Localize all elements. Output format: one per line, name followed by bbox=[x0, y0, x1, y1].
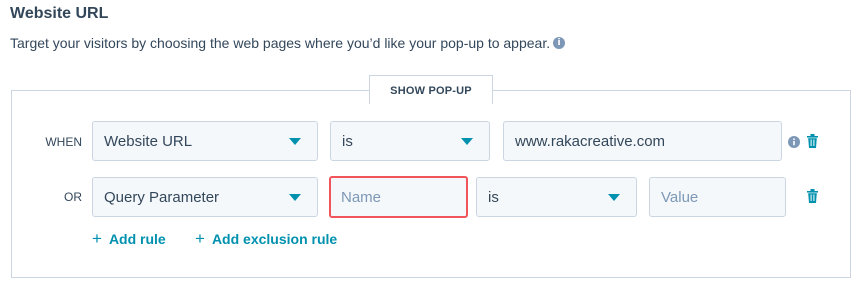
chevron-down-icon bbox=[289, 138, 301, 145]
query-name-input[interactable]: Name bbox=[329, 176, 468, 218]
section-title: Website URL bbox=[10, 5, 109, 22]
rule-connector-or: OR bbox=[64, 190, 82, 204]
plus-icon: + bbox=[195, 229, 205, 248]
rule-url-value: www.rakacreative.com bbox=[515, 132, 666, 150]
chevron-down-icon bbox=[289, 194, 301, 201]
rule-url-input[interactable]: www.rakacreative.com bbox=[503, 121, 782, 161]
rule-operator-select[interactable]: is bbox=[476, 177, 637, 217]
trash-icon[interactable] bbox=[807, 134, 818, 148]
info-icon[interactable]: i bbox=[553, 37, 566, 49]
rule-field-value: Website URL bbox=[104, 132, 193, 150]
show-popup-tab[interactable]: SHOW POP-UP bbox=[369, 75, 493, 104]
rule-field-select[interactable]: Query Parameter bbox=[92, 177, 318, 217]
query-value-placeholder: Value bbox=[661, 188, 699, 206]
add-rule-link[interactable]: + Add rule bbox=[92, 229, 166, 248]
chevron-down-icon bbox=[461, 138, 473, 145]
add-rule-label: Add rule bbox=[108, 231, 166, 247]
description-text: Target your visitors by choosing the web… bbox=[10, 35, 551, 51]
rule-operator-value: is bbox=[488, 188, 499, 206]
rule-field-value: Query Parameter bbox=[104, 188, 220, 206]
query-name-placeholder: Name bbox=[341, 188, 382, 206]
trash-icon[interactable] bbox=[807, 189, 818, 203]
chevron-down-icon bbox=[608, 194, 620, 201]
info-icon[interactable] bbox=[788, 136, 800, 148]
plus-icon: + bbox=[92, 229, 102, 248]
rule-operator-value: is bbox=[342, 132, 353, 150]
rule-connector-when: WHEN bbox=[45, 135, 82, 149]
section-description: Target your visitors by choosing the web… bbox=[10, 35, 566, 51]
add-exclusion-rule-link[interactable]: + Add exclusion rule bbox=[195, 229, 338, 248]
rule-operator-select[interactable]: is bbox=[330, 121, 490, 161]
add-exclusion-rule-label: Add exclusion rule bbox=[211, 231, 338, 247]
query-value-input[interactable]: Value bbox=[649, 177, 786, 217]
rule-field-select[interactable]: Website URL bbox=[92, 121, 318, 161]
